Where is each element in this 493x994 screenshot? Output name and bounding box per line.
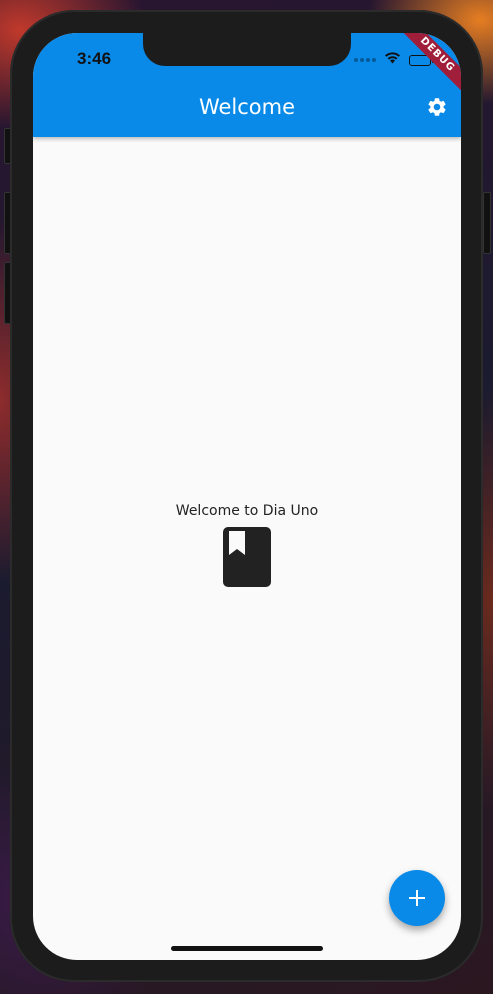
app-bar: 3:46 DEBUG Welcome [33,33,461,137]
power-button [483,192,491,254]
device-notch [143,33,351,66]
app-screen: 3:46 DEBUG Welcome Welcome to Dia Uno [33,33,461,960]
gear-icon [428,98,446,116]
welcome-text: Welcome to Dia Uno [175,503,319,519]
status-time: 3:46 [77,49,112,68]
settings-button[interactable] [425,95,449,119]
wifi-icon [384,51,401,69]
plus-icon [409,890,425,906]
book-icon [223,527,271,587]
page-title: Welcome [198,95,296,119]
welcome-section: Welcome to Dia Uno [33,503,461,587]
signal-dots-icon [354,58,376,62]
add-button[interactable] [389,870,445,926]
status-icons [354,51,434,69]
home-indicator[interactable] [171,946,323,951]
